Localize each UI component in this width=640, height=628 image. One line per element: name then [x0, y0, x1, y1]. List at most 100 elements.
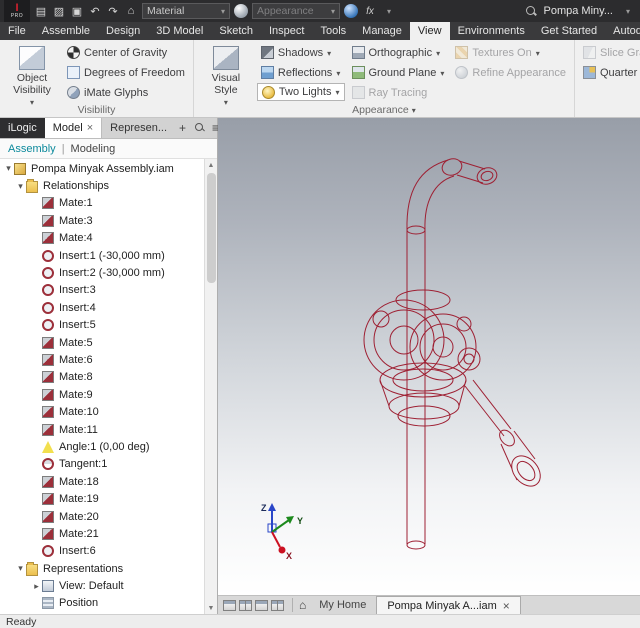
tab-get-started[interactable]: Get Started [533, 22, 605, 40]
visual-style-button[interactable]: Visual Style [198, 42, 254, 102]
tree-item[interactable]: Representations [0, 560, 204, 577]
appearance-adjust-icon[interactable] [343, 3, 359, 19]
tree-item[interactable]: Mate:20 [0, 508, 204, 525]
textures-on-button[interactable]: Textures On [451, 43, 570, 62]
slice-graphics-button[interactable]: Slice Graphics [579, 43, 640, 62]
tab-environments[interactable]: Environments [450, 22, 533, 40]
tree-item[interactable]: Mate:9 [0, 386, 204, 403]
tree-item[interactable]: Mate:8 [0, 369, 204, 386]
pump-assembly-wireframe[interactable] [363, 156, 546, 550]
tree-item[interactable]: Mate:19 [0, 490, 204, 507]
open-file-icon[interactable]: ▨ [51, 3, 67, 19]
cascade-windows-icon[interactable] [223, 599, 236, 611]
close-document-icon[interactable] [503, 599, 510, 613]
search-icon[interactable] [525, 5, 537, 17]
tree-item[interactable]: Insert:2 (-30,000 mm) [0, 264, 204, 281]
tab-assemble[interactable]: Assemble [34, 22, 98, 40]
tree-item[interactable]: View: Default [0, 577, 204, 594]
degrees-of-freedom-button[interactable]: Degrees of Freedom [63, 63, 189, 82]
graphics-window[interactable]: Z Y X [218, 118, 640, 595]
scroll-down-arrow-icon[interactable]: ▼ [208, 602, 215, 614]
browser-search-icon[interactable] [194, 122, 206, 134]
scroll-up-arrow-icon[interactable]: ▲ [208, 159, 215, 171]
close-icon[interactable] [87, 122, 93, 134]
home-icon[interactable]: ⌂ [296, 598, 309, 612]
appearance-combo[interactable]: Appearance [252, 3, 340, 19]
object-visibility-button[interactable]: Object Visibility [4, 42, 60, 102]
tree-item[interactable]: Mate:6 [0, 351, 204, 368]
tree-item[interactable]: Mate:5 [0, 334, 204, 351]
appearance-panel-label[interactable]: Appearance [194, 102, 574, 117]
assembly-link[interactable]: Assembly [8, 143, 56, 155]
adjust-material-icon[interactable] [233, 3, 249, 19]
tree-item[interactable]: Relationships [0, 177, 204, 194]
arrange-windows-icon[interactable] [271, 599, 284, 611]
tree-item[interactable]: Mate:3 [0, 212, 204, 229]
tab-representations[interactable]: Represen... [102, 118, 175, 138]
appearance-panel: Visual Style Shadows Reflections [194, 40, 575, 117]
two-lights-combo[interactable]: Two Lights [256, 83, 345, 101]
ground-plane-button[interactable]: Ground Plane [348, 63, 449, 82]
tree-item[interactable]: Mate:18 [0, 473, 204, 490]
tab-autodesk-a360[interactable]: Autodesk A360 [605, 22, 640, 40]
tile-horizontal-icon[interactable] [255, 599, 268, 611]
expand-chevron-icon[interactable] [3, 163, 14, 174]
visual-style-icon [212, 46, 239, 70]
tree-item[interactable]: Mate:10 [0, 403, 204, 420]
modeling-link[interactable]: Modeling [71, 143, 116, 155]
tab-manage[interactable]: Manage [354, 22, 410, 40]
tab-document[interactable]: Pompa Minyak A...iam [376, 596, 521, 614]
material-combo[interactable]: Material [142, 3, 230, 19]
tab-model[interactable]: Model [44, 118, 103, 138]
title-chevron-icon[interactable] [620, 3, 636, 19]
tab-3d-model[interactable]: 3D Model [148, 22, 211, 40]
tab-design[interactable]: Design [98, 22, 148, 40]
tree-item[interactable]: Insert:5 [0, 317, 204, 334]
imate-glyphs-button[interactable]: iMate Glyphs [63, 83, 189, 102]
tree-item[interactable]: Mate:21 [0, 525, 204, 542]
refine-appearance-button[interactable]: Refine Appearance [451, 63, 570, 82]
tab-sketch[interactable]: Sketch [211, 22, 261, 40]
orthographic-button[interactable]: Orthographic [348, 43, 449, 62]
tree-item[interactable]: Insert:3 [0, 282, 204, 299]
tab-inspect[interactable]: Inspect [261, 22, 312, 40]
redo-icon[interactable]: ↷ [105, 3, 121, 19]
tree-item[interactable]: Tangent:1 [0, 456, 204, 473]
tree-item-label: Mate:8 [59, 371, 93, 384]
tree-item[interactable]: Mate:11 [0, 421, 204, 438]
new-file-icon[interactable]: ▤ [33, 3, 49, 19]
tree-item[interactable]: Pompa Minyak Assembly.iam [0, 160, 204, 177]
tab-file[interactable]: File [0, 22, 34, 40]
scrollbar-thumb[interactable] [206, 173, 216, 283]
home-icon[interactable]: ⌂ [123, 3, 139, 19]
tree-item[interactable]: Insert:4 [0, 299, 204, 316]
reflections-button[interactable]: Reflections [257, 63, 345, 82]
tree-item[interactable]: Mate:4 [0, 230, 204, 247]
undo-icon[interactable]: ↶ [87, 3, 103, 19]
tile-vertical-icon[interactable] [239, 599, 252, 611]
ray-tracing-button[interactable]: Ray Tracing [348, 83, 449, 102]
tree-item[interactable]: Mate:1 [0, 195, 204, 212]
qat-customize-chevron-icon[interactable] [381, 3, 397, 19]
center-of-gravity-button[interactable]: Center of Gravity [63, 43, 189, 62]
expand-chevron-icon[interactable] [31, 581, 42, 592]
inventor-logo[interactable]: I PRO [4, 0, 30, 22]
expand-chevron-icon[interactable] [15, 563, 26, 574]
save-icon[interactable]: ▣ [69, 3, 85, 19]
add-browser-tab-button[interactable]: + [175, 118, 190, 138]
tree-item[interactable]: Insert:1 (-30,000 mm) [0, 247, 204, 264]
tab-ilogic[interactable]: iLogic [0, 118, 45, 138]
tab-my-home[interactable]: My Home [309, 596, 376, 614]
tree-item[interactable]: Angle:1 (0,00 deg) [0, 438, 204, 455]
expand-chevron-icon[interactable] [15, 181, 26, 192]
tab-view[interactable]: View [409, 22, 450, 40]
tab-tools[interactable]: Tools [312, 22, 354, 40]
tree-item[interactable]: Position [0, 595, 204, 612]
shadows-button[interactable]: Shadows [257, 43, 345, 62]
quarter-section-button[interactable]: Quarter Section [579, 63, 640, 82]
visibility-panel-label[interactable]: Visibility [0, 102, 193, 117]
parameters-fx-icon[interactable]: fx [362, 3, 378, 19]
tree-item[interactable]: Insert:6 [0, 543, 204, 560]
browser-scrollbar[interactable]: ▲ ▼ [204, 159, 217, 614]
document-tab-bar: ⌂ My Home Pompa Minyak A...iam [218, 595, 640, 614]
